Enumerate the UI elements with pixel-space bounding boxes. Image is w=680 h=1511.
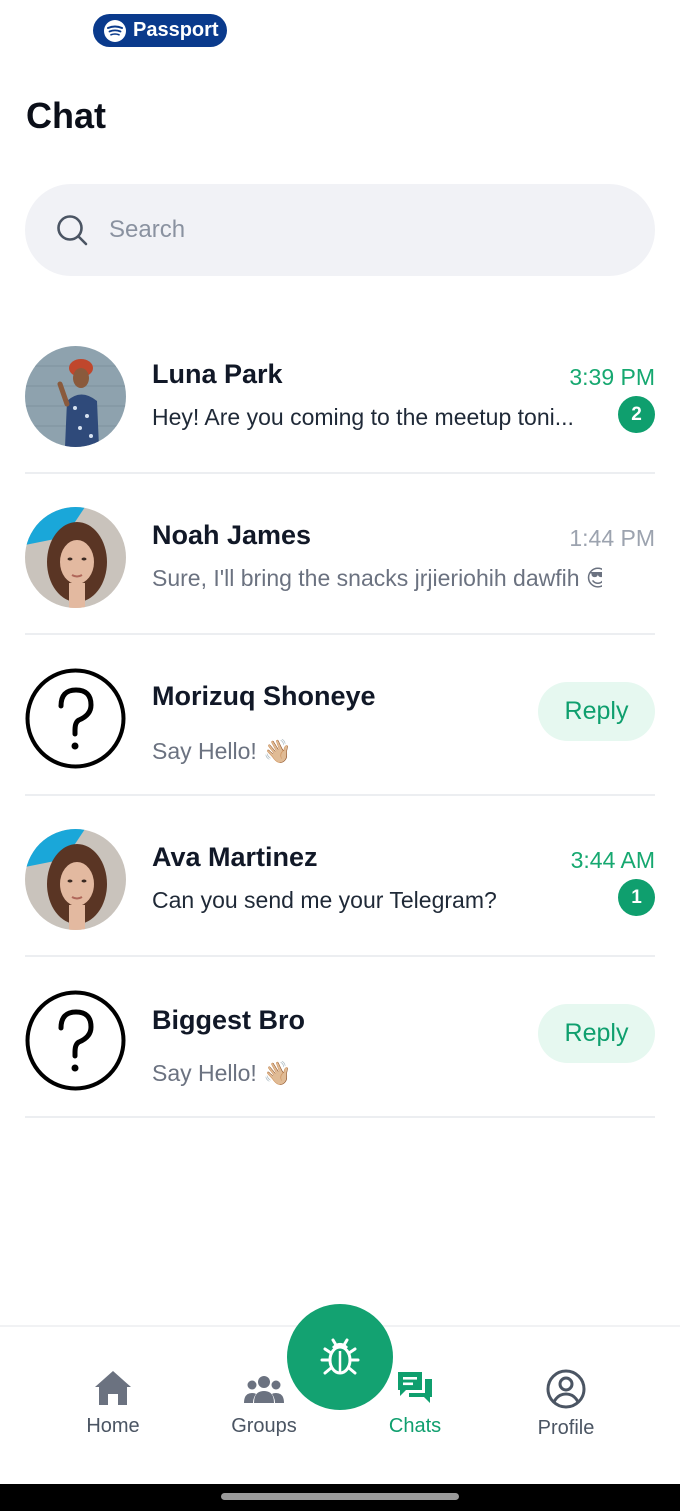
chat-name: Ava Martinez [152, 842, 318, 872]
chat-message: Say Hello! 👋🏼 [152, 738, 292, 764]
passport-badge[interactable]: Passport [93, 14, 227, 47]
reply-button[interactable]: Reply [538, 1004, 655, 1063]
page-title: Chat [26, 95, 106, 136]
chat-row-luna-park[interactable]: Luna Park Hey! Are you coming to the mee… [25, 313, 655, 474]
nav-chats-label: Chats [388, 1415, 442, 1437]
avatar [25, 507, 126, 608]
profile-icon [546, 1369, 586, 1409]
question-mark-icon [25, 990, 126, 1091]
bug-icon [320, 1338, 360, 1375]
avatar [25, 346, 126, 447]
search-icon [57, 215, 88, 246]
system-nav-bar [0, 1484, 680, 1511]
nav-groups-label: Groups [231, 1415, 297, 1437]
nav-home-label: Home [86, 1415, 140, 1437]
chat-name: Luna Park [152, 359, 283, 389]
nav-profile[interactable]: Profile [506, 1369, 626, 1440]
avatar [25, 829, 126, 930]
chat-message: Say Hello! 👋🏼 [152, 1060, 292, 1086]
home-indicator[interactable] [221, 1493, 459, 1500]
chat-time: 3:39 PM [569, 364, 655, 390]
unread-badge: 2 [618, 396, 655, 433]
groups-icon [244, 1376, 284, 1403]
nav-profile-label: Profile [537, 1417, 595, 1439]
chat-message: Hey! Are you coming to the meetup toni..… [152, 404, 574, 430]
passport-label: Passport [133, 19, 219, 41]
search-input[interactable] [109, 216, 589, 244]
unread-badge: 1 [618, 879, 655, 916]
chat-list: Luna Park Hey! Are you coming to the mee… [25, 313, 655, 1118]
chat-time: 1:44 PM [569, 525, 655, 551]
question-mark-icon [25, 668, 126, 769]
chat-name: Noah James [152, 520, 312, 550]
chat-name: Morizuq Shoneye [152, 681, 376, 711]
chat-row-biggest-bro[interactable]: Biggest Bro Say Hello! 👋🏼 Reply [25, 957, 655, 1118]
chat-time: 3:44 AM [570, 847, 655, 873]
chat-name: Biggest Bro [152, 1005, 306, 1035]
chat-message: Sure, I'll bring the snacks jrjieriohih … [152, 565, 602, 591]
chat-message: Can you send me your Telegram? [152, 887, 497, 913]
search-bar[interactable] [25, 184, 655, 276]
chat-row-morizuq-shoneye[interactable]: Morizuq Shoneye Say Hello! 👋🏼 Reply [25, 635, 655, 796]
home-icon [95, 1371, 131, 1405]
reply-button[interactable]: Reply [538, 682, 655, 741]
nav-home[interactable]: Home [53, 1369, 173, 1438]
chats-icon [398, 1372, 432, 1403]
bug-report-button[interactable] [287, 1304, 393, 1410]
spotify-icon [104, 19, 126, 42]
chat-row-noah-james[interactable]: Noah James Sure, I'll bring the snacks j… [25, 474, 655, 635]
chat-row-ava-martinez[interactable]: Ava Martinez Can you send me your Telegr… [25, 796, 655, 957]
